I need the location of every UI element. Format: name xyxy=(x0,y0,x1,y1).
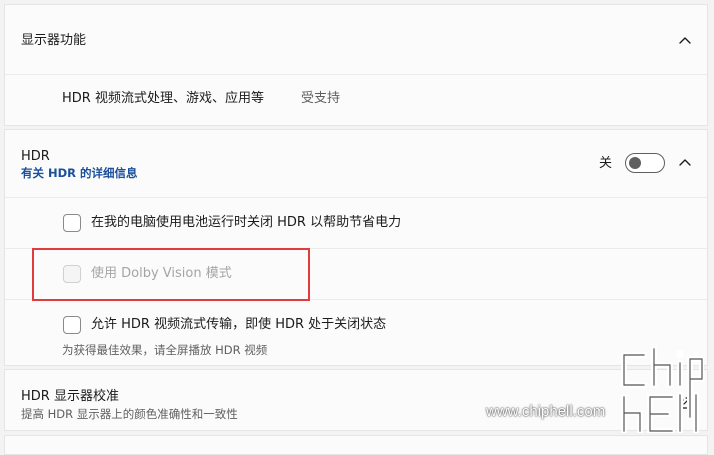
calibration-subtitle: 提高 HDR 显示器上的颜色准确性和一致性 xyxy=(21,407,238,421)
hdr-toggle-label: 关 xyxy=(599,156,613,171)
calibration-title: HDR 显示器校准 xyxy=(21,389,119,404)
toggle-knob xyxy=(629,157,641,169)
chiphell-logo-icon xyxy=(621,346,704,433)
hdr-toggle[interactable] xyxy=(625,153,665,173)
chevron-up-icon[interactable] xyxy=(675,31,695,51)
battery-hdr-label: 在我的电脑使用电池运行时关闭 HDR 以帮助节省电力 xyxy=(91,215,402,230)
hdr-header[interactable]: HDR 有关 HDR 的详细信息 关 xyxy=(5,130,707,198)
display-features-item-label: HDR 视频流式处理、游戏、应用等 xyxy=(62,91,264,106)
next-card-edge xyxy=(4,435,708,455)
chevron-up-icon[interactable] xyxy=(675,153,695,173)
highlight-box xyxy=(32,248,310,301)
display-features-title: 显示器功能 xyxy=(21,33,87,48)
chiphell-watermark: www.chiphell.com xyxy=(486,345,706,435)
battery-hdr-checkbox[interactable] xyxy=(63,214,81,232)
hdr-streaming-label: 允许 HDR 视频流式传输，即使 HDR 处于关闭状态 xyxy=(91,317,387,332)
display-features-item: HDR 视频流式处理、游戏、应用等 受支持 xyxy=(5,75,707,127)
hdr-streaming-hint: 为获得最佳效果，请全屏播放 HDR 视频 xyxy=(62,343,268,357)
display-features-item-status: 受支持 xyxy=(301,91,341,106)
hdr-title: HDR xyxy=(21,149,50,164)
hdr-option-battery[interactable]: 在我的电脑使用电池运行时关闭 HDR 以帮助节省电力 xyxy=(5,198,707,248)
watermark-text: www.chiphell.com xyxy=(486,403,606,420)
display-features-card: 显示器功能 HDR 视频流式处理、游戏、应用等 受支持 xyxy=(4,4,708,126)
hdr-streaming-checkbox[interactable] xyxy=(63,316,81,334)
hdr-learn-more-link[interactable]: 有关 HDR 的详细信息 xyxy=(21,165,138,181)
display-features-header[interactable]: 显示器功能 xyxy=(5,5,707,75)
